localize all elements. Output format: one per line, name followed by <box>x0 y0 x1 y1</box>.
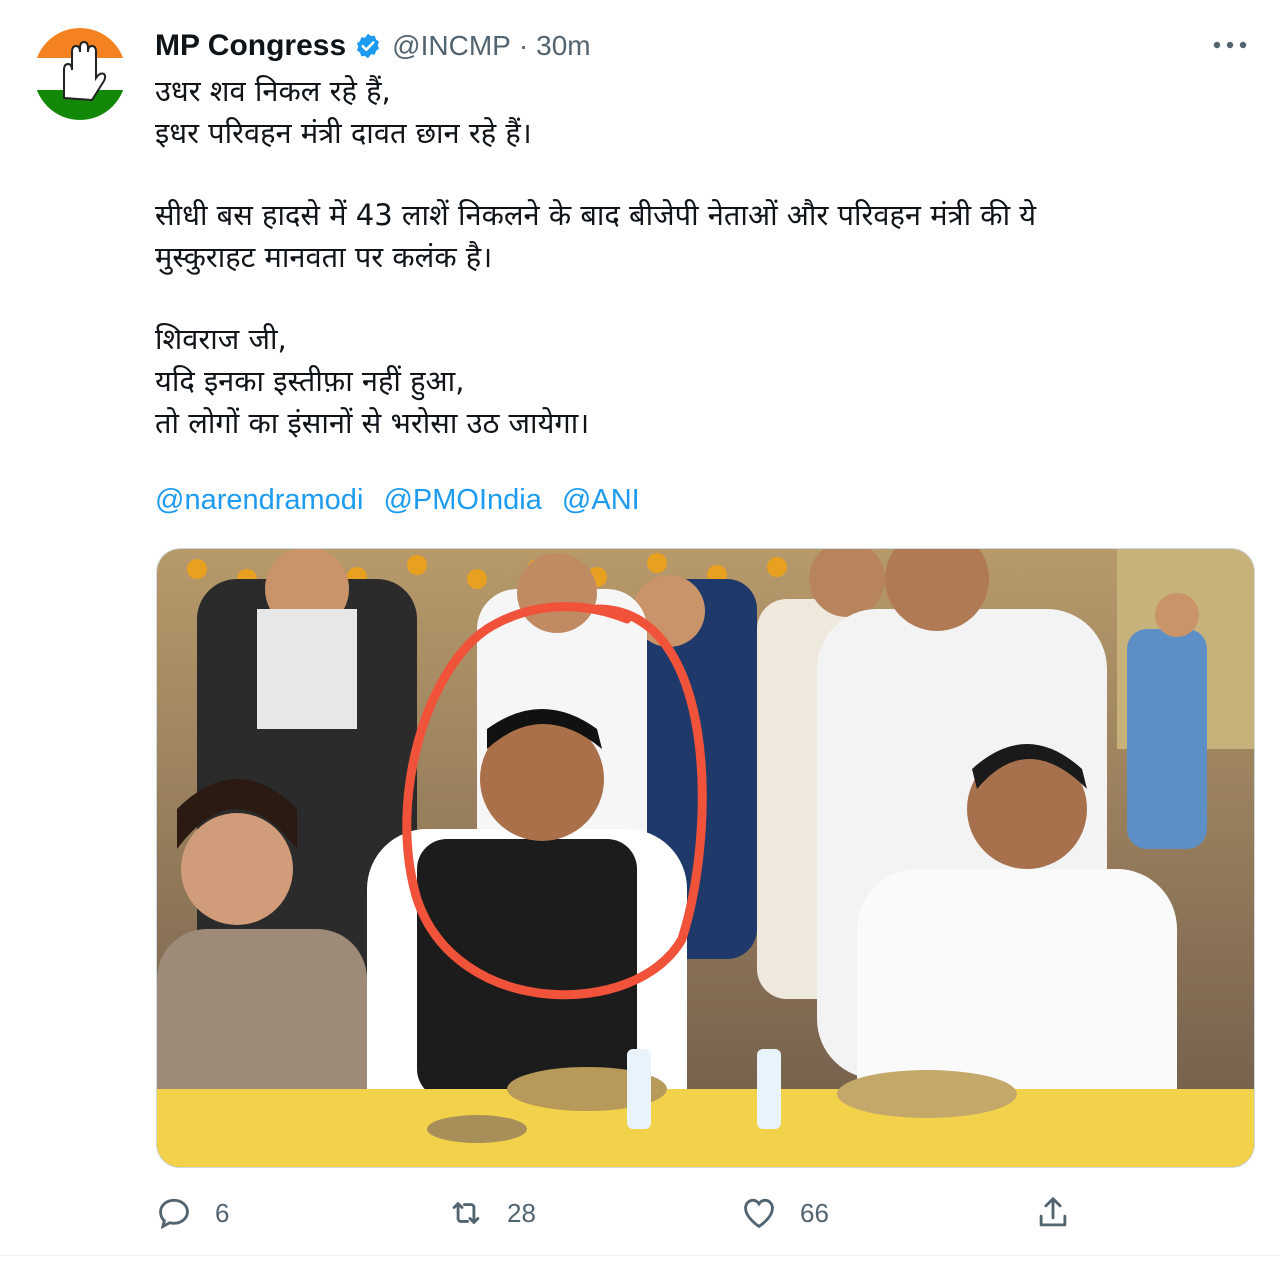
share-button[interactable] <box>1034 1185 1072 1241</box>
mention-link[interactable]: @narendramodi <box>155 484 363 516</box>
photo-illustration <box>157 549 1254 1167</box>
tweet-actions: 6 28 66 <box>0 1185 1280 1241</box>
author-handle[interactable]: @INCMP <box>392 30 511 62</box>
reply-count: 6 <box>215 1197 230 1228</box>
tweet-card[interactable]: MP Congress @INCMP · 30m उधर शव निकल रहे… <box>0 0 1280 1266</box>
like-count: 66 <box>800 1197 829 1228</box>
tweet-header: MP Congress @INCMP · 30m <box>155 26 591 66</box>
verified-badge-icon <box>357 33 380 59</box>
tweet-line: इधर परिवहन मंत्री दावत छान रहे हैं। <box>155 116 532 150</box>
retweet-count: 28 <box>507 1197 536 1228</box>
retweet-button[interactable]: 28 <box>447 1185 536 1241</box>
separator-dot: · <box>518 30 529 61</box>
tweet-line: तो लोगों का इंसानों से भरोसा उठ जायेगा। <box>155 406 590 440</box>
divider <box>0 1255 1280 1256</box>
more-options-icon <box>1213 41 1247 49</box>
tweet-line: मुस्कुराहट मानवता पर कलंक है। <box>155 240 493 274</box>
tweet-line: सीधी बस हादसे में 43 लाशें निकलने के बाद… <box>155 198 1037 232</box>
heart-icon <box>744 1198 774 1229</box>
mention-link[interactable]: @PMOIndia <box>383 484 541 516</box>
tweet-line: यदि इनका इस्तीफ़ा नहीं हुआ, <box>155 364 465 398</box>
author-avatar[interactable] <box>34 28 126 120</box>
mention-link[interactable]: @ANI <box>562 484 640 516</box>
tweet-mentions: @narendramodi @PMOIndia @ANI <box>155 484 652 517</box>
congress-hand-logo-icon <box>34 28 126 120</box>
tweet-line: उधर शव निकल रहे हैं, <box>155 74 391 108</box>
share-icon <box>1039 1197 1067 1227</box>
more-options-button[interactable] <box>1210 30 1250 60</box>
reply-icon <box>159 1198 189 1230</box>
reply-button[interactable]: 6 <box>155 1185 229 1241</box>
tweet-line: शिवराज जी, <box>155 322 287 356</box>
tweet-photo[interactable] <box>156 548 1255 1168</box>
tweet-text: उधर शव निकल रहे हैं, इधर परिवहन मंत्री द… <box>155 70 1235 444</box>
tweet-timestamp[interactable]: 30m <box>536 30 590 62</box>
author-name[interactable]: MP Congress <box>155 29 346 63</box>
like-button[interactable]: 66 <box>740 1185 829 1241</box>
retweet-icon <box>452 1202 480 1224</box>
